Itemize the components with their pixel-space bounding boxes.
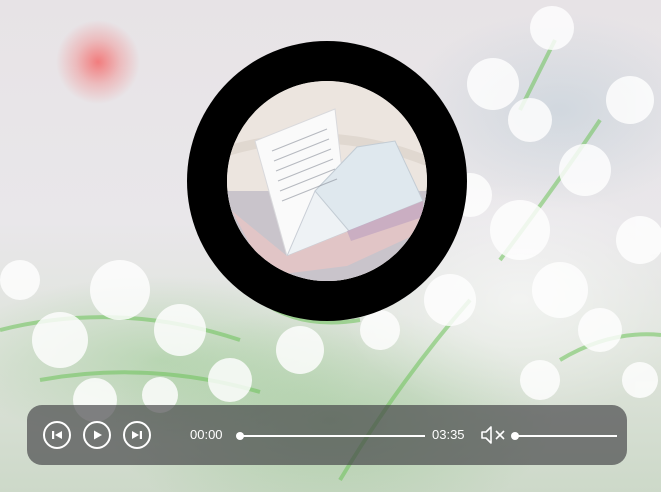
volume-track[interactable] <box>515 435 617 437</box>
progress-track[interactable] <box>240 435 425 437</box>
previous-icon <box>52 431 62 439</box>
volume-muted-icon[interactable] <box>480 424 508 446</box>
duration-time: 03:35 <box>432 427 465 442</box>
next-button[interactable] <box>123 421 151 449</box>
play-icon <box>94 430 102 440</box>
next-icon <box>132 431 142 439</box>
album-cover <box>227 81 427 281</box>
previous-button[interactable] <box>43 421 71 449</box>
current-time: 00:00 <box>190 427 223 442</box>
player-control-bar: 00:00 03:35 <box>27 405 627 465</box>
open-book-image <box>227 81 427 281</box>
progress-knob[interactable] <box>236 432 244 440</box>
play-button[interactable] <box>83 421 111 449</box>
volume-knob[interactable] <box>511 432 519 440</box>
